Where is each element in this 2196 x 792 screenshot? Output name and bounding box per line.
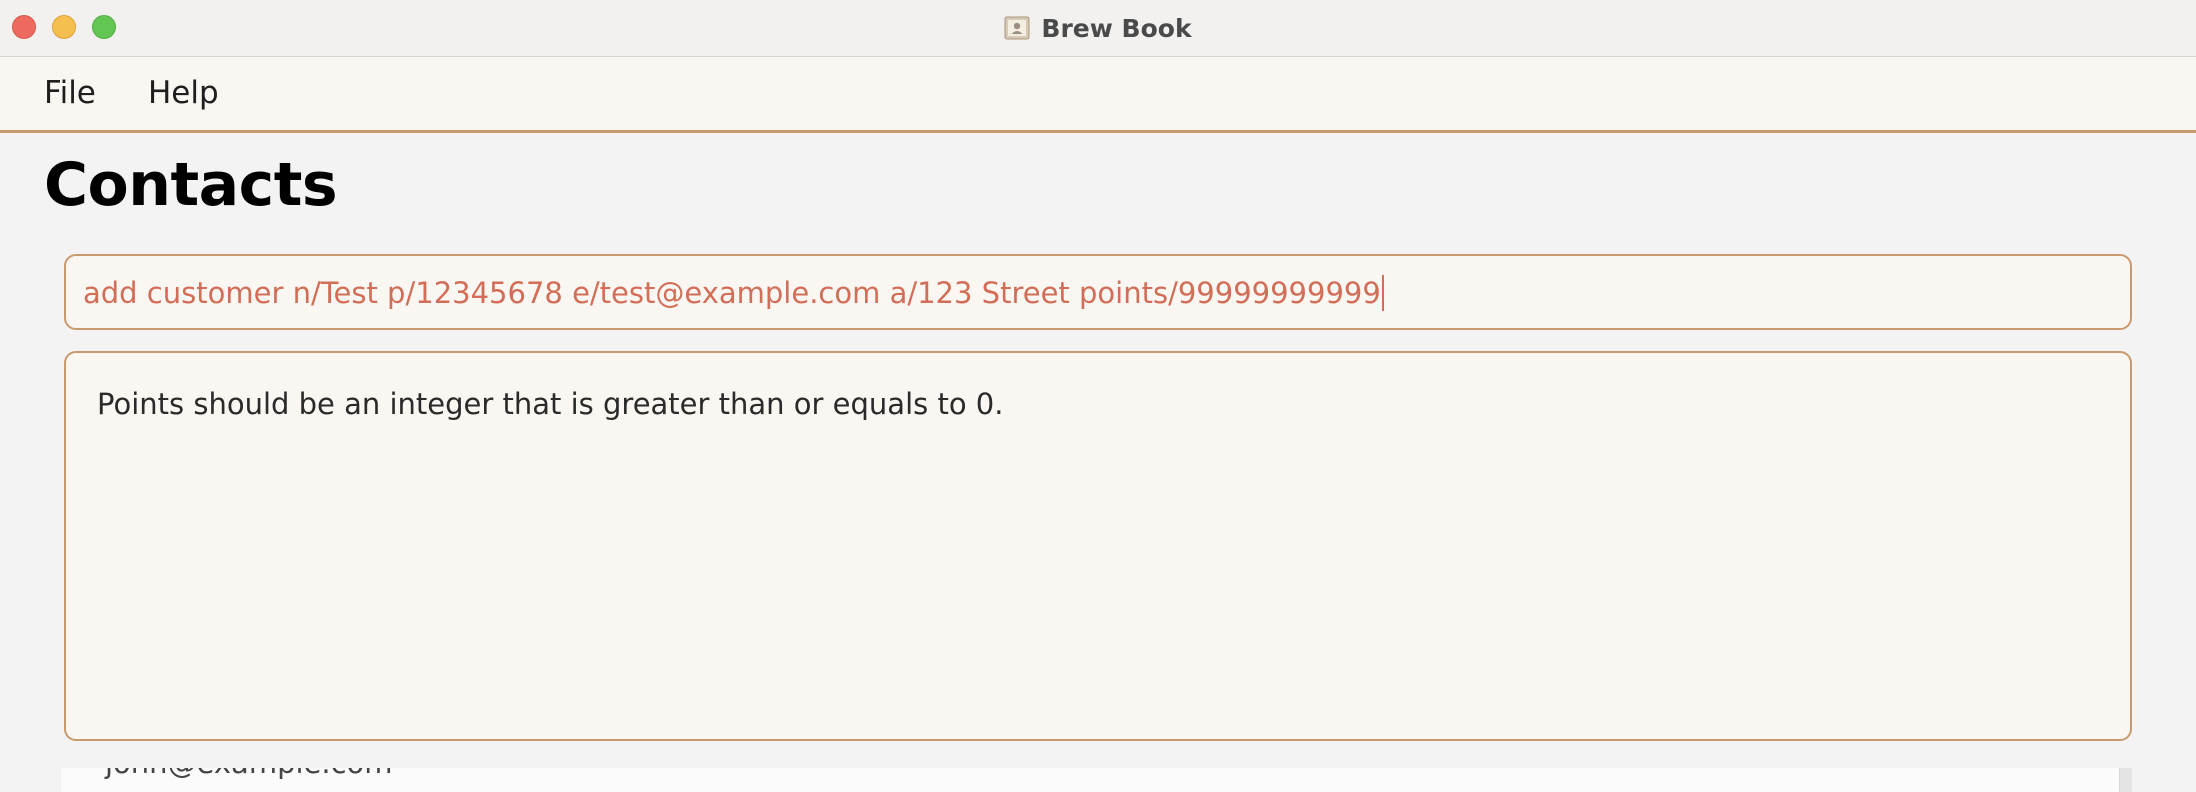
text-caret: [1381, 275, 1384, 311]
page-title: Contacts: [44, 150, 338, 220]
command-input-text[interactable]: add customer n/Test p/12345678 e/test@ex…: [83, 275, 1384, 311]
command-input[interactable]: add customer n/Test p/12345678 e/test@ex…: [64, 254, 2132, 330]
result-message: Points should be an integer that is grea…: [97, 387, 1004, 421]
contact-list-scrollbar[interactable]: [2119, 768, 2132, 792]
menu-help[interactable]: Help: [148, 75, 219, 111]
result-display[interactable]: Points should be an integer that is grea…: [64, 351, 2132, 741]
menu-bar: File Help: [0, 57, 2196, 133]
command-input-value: add customer n/Test p/12345678 e/test@ex…: [83, 276, 1381, 310]
menu-file[interactable]: File: [44, 75, 96, 111]
contact-email: john@example.com: [105, 768, 393, 780]
address-book-icon: [1004, 15, 1030, 41]
contact-list[interactable]: john@example.com: [61, 768, 2119, 792]
app-window: Brew Book File Help Contacts add custome…: [0, 0, 2196, 792]
window-title: Brew Book: [1041, 13, 1192, 43]
title-wrap: Brew Book: [0, 0, 2196, 56]
title-bar[interactable]: Brew Book: [0, 0, 2196, 57]
